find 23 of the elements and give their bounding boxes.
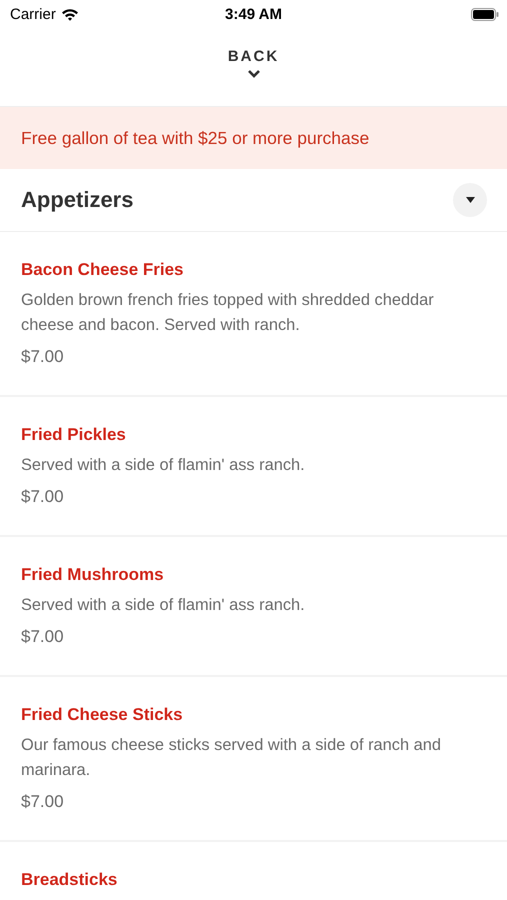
item-description: Golden brown french fries topped with shredded cheddar cheese and bacon. Served with ranch. <box>21 290 435 336</box>
item-price: $7.00 <box>21 791 64 813</box>
section-title: Appetizers <box>21 187 134 213</box>
section-toggle-button[interactable] <box>453 183 487 217</box>
item-price: $7.00 <box>21 346 64 368</box>
carrier-name: Carrier <box>10 6 56 22</box>
item-price: $7.00 <box>21 626 64 648</box>
chevron-down-icon <box>246 69 260 78</box>
item-description: Served with a side of flamin' ass ranch. <box>21 455 305 476</box>
item-description: Our famous cheese sticks served with a side of ranch and marinara. <box>21 735 442 781</box>
item-description: Served with a side of flamin' ass ranch. <box>21 595 305 616</box>
back-button[interactable]: BACK <box>228 48 280 78</box>
item-name: Fried Cheese Sticks <box>21 704 183 726</box>
battery-icon <box>471 8 499 20</box>
item-name: Fried Mushrooms <box>21 564 164 586</box>
item-name: Breadsticks <box>21 869 118 891</box>
promo-text: Free gallon of tea with $25 or more purchase <box>21 128 370 148</box>
wifi-icon <box>60 8 79 20</box>
item-price: $7.00 <box>21 486 64 508</box>
item-name: Fried Pickles <box>21 424 126 446</box>
caret-down-icon <box>466 197 474 203</box>
status-time: 3:49 AM <box>225 6 282 22</box>
item-name: Bacon Cheese Fries <box>21 259 184 281</box>
